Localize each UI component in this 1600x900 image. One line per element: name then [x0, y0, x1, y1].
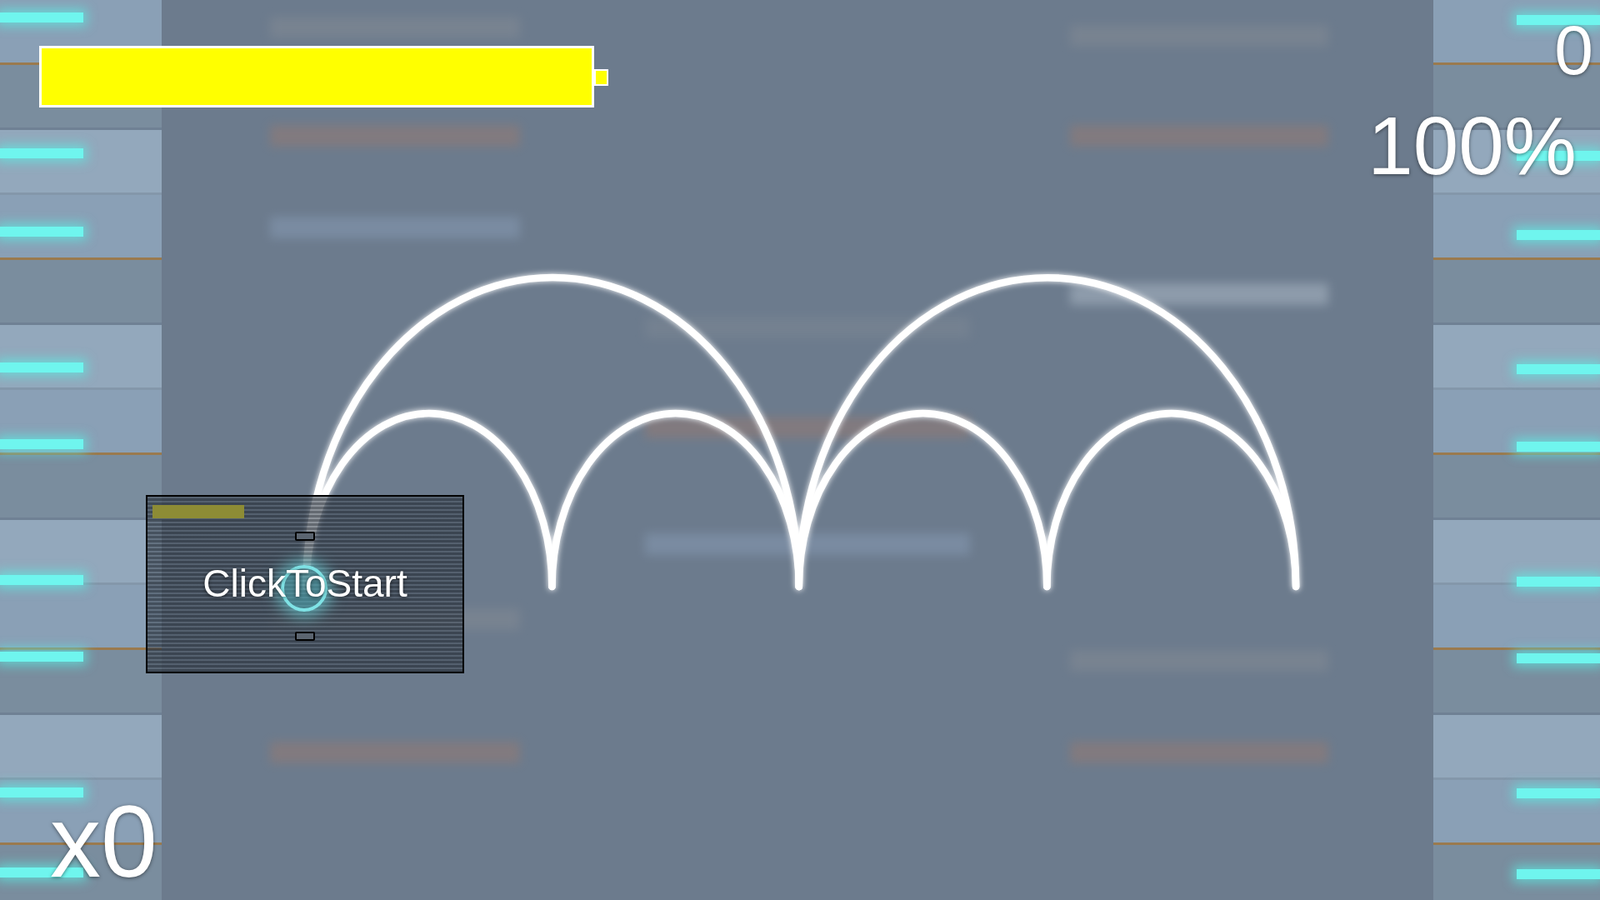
lane-tile — [1433, 325, 1600, 390]
lane-tile — [0, 325, 162, 390]
background-blur-block — [1070, 125, 1329, 147]
start-marker-top — [295, 531, 315, 541]
background-blur-block — [270, 16, 520, 39]
start-prompt-box[interactable]: ClickToStart — [145, 495, 465, 674]
background-blur-block — [1070, 25, 1329, 47]
health-bar-cap — [594, 69, 609, 86]
lane-tile — [1433, 455, 1600, 520]
combo-text: x0 — [50, 788, 158, 895]
lane-tile — [1433, 260, 1600, 325]
lane-tile — [1433, 715, 1600, 780]
lane-tile — [1433, 195, 1600, 260]
lane-glow-bar — [1516, 364, 1600, 375]
lane-tile — [0, 585, 162, 650]
lane-glow-bar — [1516, 653, 1600, 664]
background-blur-block — [270, 125, 520, 147]
background-blur-block — [1070, 741, 1329, 764]
health-fill — [41, 48, 592, 105]
lane-glow-bar — [0, 362, 84, 373]
background-blur-block — [1070, 650, 1329, 672]
background-blur-block — [645, 416, 970, 439]
lane-tile — [0, 260, 162, 325]
lane-glow-bar — [0, 575, 84, 585]
lane-glow-bar — [0, 651, 84, 662]
background-blur-block — [270, 741, 520, 764]
background-blur-block — [270, 216, 520, 239]
lane-glow-bar — [1516, 576, 1600, 587]
click-to-start-label[interactable]: ClickToStart — [202, 560, 407, 607]
start-marker-bottom — [295, 631, 315, 641]
game-screen: 0 100% x0 ClickToStart — [0, 0, 1600, 900]
lane-glow-bar — [1516, 869, 1600, 880]
lane-tile — [1433, 585, 1600, 650]
lane-tile — [1433, 520, 1600, 585]
score-text: 0 — [1554, 11, 1594, 89]
lane-glow-bar — [0, 439, 84, 450]
lane-glow-bar — [1516, 230, 1600, 240]
lane-glow-bar — [0, 148, 84, 159]
health-bar — [39, 45, 595, 108]
lane-tile — [0, 455, 162, 520]
lane-tile — [0, 715, 162, 780]
lane-glow-bar — [0, 12, 84, 23]
lane-glow-bar — [1516, 788, 1600, 799]
start-mini-bar-fill — [152, 505, 245, 519]
lane-glow-bar — [0, 226, 84, 237]
slider-path-icon — [0, 0, 1600, 900]
start-mini-bar — [152, 505, 245, 519]
left-lane-strip — [0, 0, 162, 900]
lane-glow-bar — [1516, 441, 1600, 452]
lane-tile — [0, 130, 162, 195]
accuracy-text: 100% — [1367, 101, 1577, 192]
